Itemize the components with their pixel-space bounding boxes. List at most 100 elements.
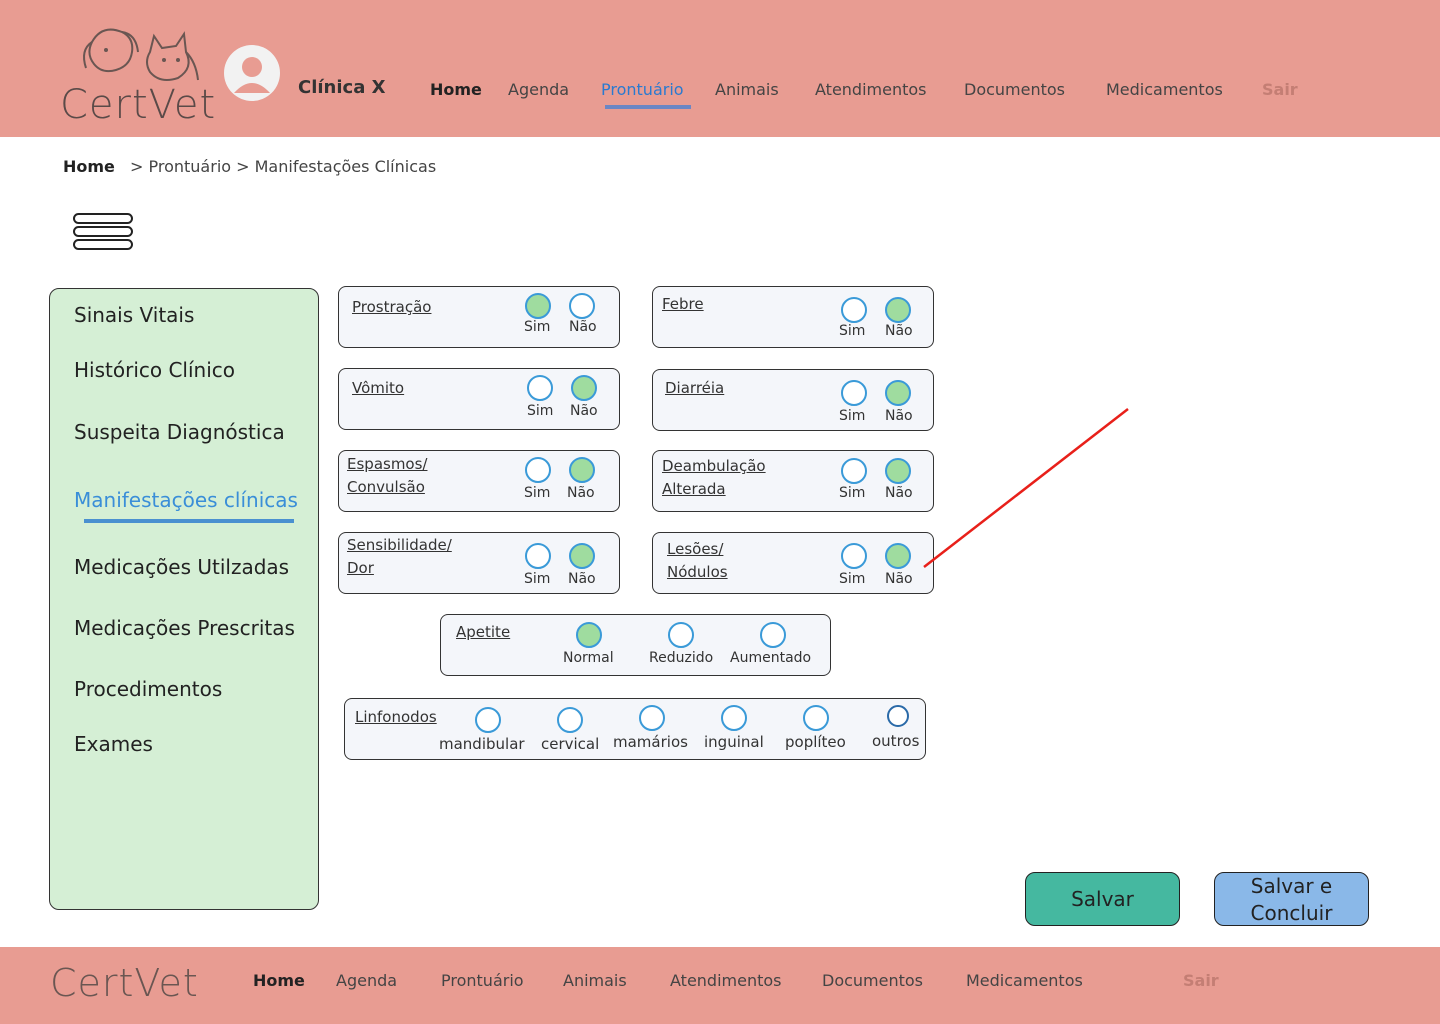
deambulacao-label-1: Deambulação	[662, 457, 766, 475]
footer-nav-documentos[interactable]: Documentos	[822, 971, 923, 990]
deambulacao-sim-radio[interactable]	[841, 458, 867, 484]
linfonodos-cervical-label: cervical	[541, 735, 600, 753]
vomito-nao-label: Não	[570, 403, 598, 419]
espasmos-sim-radio[interactable]	[525, 457, 551, 483]
diarreia-nao-radio[interactable]	[885, 380, 911, 406]
sidebar-item-procedimentos[interactable]: Procedimentos	[74, 677, 222, 701]
apetite-normal-label: Normal	[563, 650, 614, 666]
breadcrumb: Home > Prontuário > Manifestações Clínic…	[63, 157, 436, 176]
linfonodos-inguinal-radio[interactable]	[721, 705, 747, 731]
nav-animais[interactable]: Animais	[715, 80, 779, 99]
nav-active-indicator	[605, 105, 691, 109]
linfonodos-mandibular-label: mandibular	[439, 735, 525, 753]
nav-home[interactable]: Home	[430, 80, 482, 99]
footer-logo[interactable]: CertVet	[50, 961, 199, 1005]
card-lesoes: Lesões/ Nódulos Sim Não	[652, 532, 934, 594]
linfonodos-cervical-radio[interactable]	[557, 707, 583, 733]
vomito-sim-radio[interactable]	[527, 375, 553, 401]
menu-icon[interactable]	[73, 213, 133, 253]
lesoes-nao-label: Não	[885, 571, 913, 587]
prostracao-nao-radio[interactable]	[569, 293, 595, 319]
sidebar-item-suspeita-diagnostica[interactable]: Suspeita Diagnóstica	[74, 420, 285, 444]
lesoes-label-1: Lesões/	[667, 540, 724, 558]
card-diarreia: Diarréia Sim Não	[652, 369, 934, 431]
nav-sair[interactable]: Sair	[1262, 80, 1298, 99]
deambulacao-nao-radio[interactable]	[885, 458, 911, 484]
save-and-finish-label-1: Salvar e	[1250, 874, 1333, 898]
apetite-aumentado-label: Aumentado	[730, 650, 812, 666]
nav-medicamentos[interactable]: Medicamentos	[1106, 80, 1223, 99]
footer-nav-prontuario[interactable]: Prontuário	[441, 971, 524, 990]
linfonodos-outros-radio[interactable]	[887, 705, 909, 727]
sensibilidade-sim-label: Sim	[524, 571, 551, 587]
logo-text: CertVet	[60, 82, 217, 128]
sidebar-item-manifestacoes-clinicas[interactable]: Manifestações clínicas	[74, 488, 298, 512]
sidebar-item-medicacoes-utilizadas[interactable]: Medicações Utilzadas	[74, 555, 289, 579]
lesoes-label-2: Nódulos	[667, 563, 728, 581]
footer-nav-animais[interactable]: Animais	[563, 971, 627, 990]
menu-bar	[73, 239, 133, 250]
nav-atendimentos[interactable]: Atendimentos	[815, 80, 927, 99]
nav-agenda[interactable]: Agenda	[508, 80, 569, 99]
sidebar-item-historico-clinico[interactable]: Histórico Clínico	[74, 358, 235, 382]
sidebar-item-exames[interactable]: Exames	[74, 732, 153, 756]
linfonodos-mamarios-radio[interactable]	[639, 705, 665, 731]
footer-nav-sair[interactable]: Sair	[1183, 971, 1219, 990]
linfonodos-popliteo-label: poplíteo	[785, 733, 846, 751]
card-espasmos: Espasmos/ Convulsão Sim Não	[338, 450, 620, 512]
febre-nao-radio[interactable]	[885, 297, 911, 323]
linfonodos-popliteo-radio[interactable]	[803, 705, 829, 731]
menu-bar	[73, 213, 133, 224]
user-avatar[interactable]	[224, 45, 280, 101]
espasmos-sim-label: Sim	[524, 485, 551, 501]
breadcrumb-home[interactable]: Home	[63, 157, 115, 176]
sidebar-item-sinais-vitais[interactable]: Sinais Vitais	[74, 303, 194, 327]
febre-sim-label: Sim	[839, 323, 866, 339]
save-button[interactable]: Salvar	[1025, 872, 1180, 926]
nav-documentos[interactable]: Documentos	[964, 80, 1065, 99]
linfonodos-label: Linfonodos	[355, 708, 437, 726]
nav-prontuario[interactable]: Prontuário	[601, 80, 684, 99]
lesoes-nao-radio[interactable]	[885, 543, 911, 569]
footer-nav-home[interactable]: Home	[253, 971, 305, 990]
apetite-aumentado-radio[interactable]	[760, 622, 786, 648]
vomito-sim-label: Sim	[527, 403, 554, 419]
prostracao-sim-radio[interactable]	[525, 293, 551, 319]
espasmos-nao-label: Não	[567, 485, 595, 501]
diarreia-sim-radio[interactable]	[841, 380, 867, 406]
certvet-logo[interactable]: CertVet	[60, 22, 220, 128]
apetite-reduzido-radio[interactable]	[668, 622, 694, 648]
card-sensibilidade: Sensibilidade/ Dor Sim Não	[338, 532, 620, 594]
febre-sim-radio[interactable]	[841, 297, 867, 323]
diarreia-nao-label: Não	[885, 408, 913, 424]
apetite-reduzido-label: Reduzido	[649, 650, 714, 666]
card-febre: Febre Sim Não	[652, 286, 934, 348]
prostracao-label: Prostração	[352, 298, 432, 316]
deambulacao-label-2: Alterada	[662, 480, 726, 498]
lesoes-sim-radio[interactable]	[841, 543, 867, 569]
vomito-nao-radio[interactable]	[571, 375, 597, 401]
card-deambulacao: Deambulação Alterada Sim Não	[652, 450, 934, 512]
linfonodos-outros-label: outros	[872, 732, 920, 750]
diarreia-sim-label: Sim	[839, 408, 866, 424]
save-and-finish-button[interactable]: Salvar e Concluir	[1214, 872, 1369, 926]
sensibilidade-label-1: Sensibilidade/	[347, 536, 452, 554]
espasmos-nao-radio[interactable]	[569, 457, 595, 483]
espasmos-label-1: Espasmos/	[347, 455, 428, 473]
linfonodos-mandibular-radio[interactable]	[475, 707, 501, 733]
card-prostracao: Prostração Sim Não	[338, 286, 620, 348]
menu-bar	[73, 226, 133, 237]
sidebar-item-medicacoes-prescritas[interactable]: Medicações Prescritas	[74, 616, 295, 640]
prostracao-sim-label: Sim	[524, 319, 551, 335]
sensibilidade-nao-radio[interactable]	[569, 543, 595, 569]
sensibilidade-sim-radio[interactable]	[525, 543, 551, 569]
apetite-normal-radio[interactable]	[576, 622, 602, 648]
footer-nav-medicamentos[interactable]: Medicamentos	[966, 971, 1083, 990]
card-apetite: Apetite Normal Reduzido Aumentado	[440, 614, 831, 676]
footer-nav-agenda[interactable]: Agenda	[336, 971, 397, 990]
febre-nao-label: Não	[885, 323, 913, 339]
clinic-name: Clínica X	[298, 77, 386, 98]
breadcrumb-path: > Prontuário > Manifestações Clínicas	[130, 157, 437, 176]
deambulacao-sim-label: Sim	[839, 485, 866, 501]
footer-nav-atendimentos[interactable]: Atendimentos	[670, 971, 782, 990]
